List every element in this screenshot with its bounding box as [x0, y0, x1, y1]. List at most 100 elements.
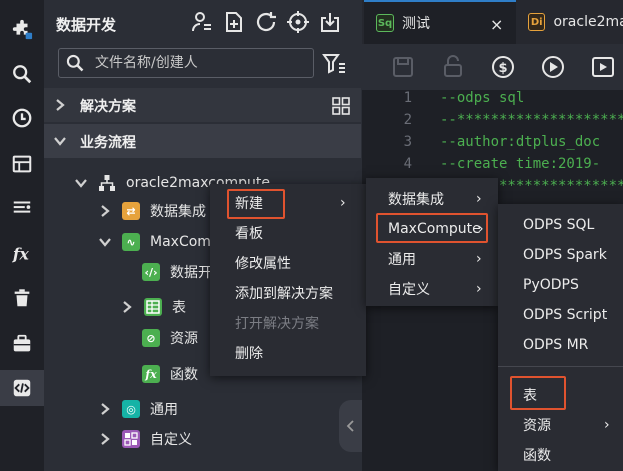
di-file-icon: Di: [528, 13, 546, 31]
search-icon: [66, 54, 84, 72]
menu-item-add-to-solution[interactable]: 添加到解决方案: [210, 278, 366, 308]
tab-label: oracle2max: [553, 14, 623, 30]
menu-item-label: ODPS Spark: [523, 247, 607, 263]
import-icon[interactable]: [318, 10, 342, 34]
tree-node-label: 表: [172, 300, 186, 316]
menu-item-label: PyODPS: [523, 277, 579, 293]
search-icon[interactable]: [0, 56, 44, 92]
menu-item-label: 打开解决方案: [235, 316, 319, 332]
puzzle-icon[interactable]: [0, 12, 44, 48]
trash-icon[interactable]: [0, 280, 44, 316]
submenu-item-pyodps[interactable]: PyODPS: [498, 270, 623, 300]
tab-test[interactable]: Sq 测试 ×: [364, 0, 516, 44]
lock-icon[interactable]: [440, 54, 466, 80]
menu-item-label: 自定义: [388, 282, 430, 298]
cost-estimate-icon[interactable]: $: [490, 54, 516, 80]
code-text: --********************: [440, 112, 623, 128]
menu-item-new[interactable]: 新建 ›: [210, 188, 366, 218]
search-input[interactable]: [95, 52, 305, 74]
submenu-item-data-integration[interactable]: 数据集成 ›: [366, 184, 498, 214]
briefcase-icon[interactable]: [0, 326, 44, 362]
code-text: --author:dtplus_doc: [440, 134, 601, 150]
list-icon[interactable]: [0, 190, 44, 226]
section-solutions[interactable]: 解决方案: [44, 88, 361, 122]
submenu-item-odps-sql[interactable]: ODPS SQL: [498, 210, 623, 240]
new-submenu: 数据集成 › MaxCompute › 通用 › 自定义 ›: [366, 178, 498, 306]
function-icon[interactable]: fx: [0, 236, 44, 272]
save-icon[interactable]: [390, 54, 416, 80]
tab-bar: Sq 测试 × Di oracle2max: [362, 0, 623, 44]
submenu-item-odps-script[interactable]: ODPS Script: [498, 300, 623, 330]
maxcompute-icon: ∿: [122, 233, 140, 251]
user-filter-icon[interactable]: [190, 10, 214, 34]
menu-item-delete[interactable]: 删除: [210, 338, 366, 368]
chevron-right-icon: [101, 403, 110, 415]
editor-toolbar: $: [362, 44, 623, 90]
line-number: 2: [403, 112, 412, 128]
paperclip-icon: ⊘: [142, 329, 160, 347]
table-icon[interactable]: [0, 146, 44, 182]
submenu-item-maxcompute[interactable]: MaxCompute ›: [366, 214, 498, 244]
menu-item-edit-properties[interactable]: 修改属性: [210, 248, 366, 278]
menu-item-label: 通用: [388, 252, 416, 268]
menu-divider: [498, 366, 623, 367]
panel-title: 数据开发: [56, 16, 117, 34]
context-menu: 新建 › 看板 修改属性 添加到解决方案 打开解决方案 删除: [210, 184, 366, 376]
chevron-right-icon: [56, 99, 65, 111]
chevron-right-icon: [101, 433, 110, 445]
tree-node-data-integration[interactable]: ⇄ 数据集成: [98, 198, 206, 224]
code-line: 4 --create time:2019-: [362, 156, 623, 178]
submenu-item-table[interactable]: 表: [498, 380, 623, 410]
run-with-params-icon[interactable]: [590, 54, 616, 80]
collapse-panel-button[interactable]: [339, 400, 363, 452]
tab-label: 测试: [402, 16, 430, 32]
tree-node-label: 函数: [170, 367, 198, 383]
submenu-item-odps-mr[interactable]: ODPS MR: [498, 330, 623, 360]
menu-item-label: 数据集成: [388, 192, 444, 208]
menu-item-label: 资源: [523, 418, 551, 434]
table-icon: [144, 298, 162, 316]
code-line: 3 --author:dtplus_doc: [362, 134, 623, 156]
chevron-down-icon: [75, 179, 87, 188]
general-icon: ◎: [122, 400, 140, 418]
section-business-flow[interactable]: 业务流程: [44, 124, 361, 158]
sql-file-icon: Sq: [376, 14, 394, 32]
refresh-icon[interactable]: [254, 10, 278, 34]
code-icon[interactable]: [0, 370, 44, 406]
tree-node-label: 自定义: [150, 432, 192, 448]
clock-icon[interactable]: [0, 100, 44, 136]
tree-node-function[interactable]: fx 函数: [142, 361, 198, 387]
menu-item-label: 看板: [235, 226, 263, 242]
submenu-item-function[interactable]: 函数: [498, 440, 623, 470]
tab-oracle2max[interactable]: Di oracle2max: [516, 0, 623, 44]
tree-node-resource[interactable]: ⊘ 资源: [142, 325, 198, 351]
submenu-item-general[interactable]: 通用 ›: [366, 244, 498, 274]
code-line: 2 --********************: [362, 112, 623, 134]
grid-icon[interactable]: [332, 97, 350, 115]
submenu-item-resource[interactable]: 资源 ›: [498, 410, 623, 440]
tree-node-general[interactable]: ◎ 通用: [98, 396, 178, 422]
function-icon: fx: [142, 365, 160, 383]
menu-item-label: 修改属性: [235, 256, 291, 272]
menu-item-label: 表: [523, 388, 537, 404]
new-file-icon[interactable]: [222, 10, 246, 34]
submenu-item-odps-spark[interactable]: ODPS Spark: [498, 240, 623, 270]
tree-node-custom[interactable]: 自定义: [98, 426, 192, 452]
integration-icon: ⇄: [122, 202, 140, 220]
filter-icon[interactable]: [322, 52, 346, 74]
menu-item-dashboard[interactable]: 看板: [210, 218, 366, 248]
locate-icon[interactable]: [286, 10, 310, 34]
menu-item-label: 函数: [523, 448, 551, 464]
run-icon[interactable]: [540, 54, 566, 80]
menu-item-label: 添加到解决方案: [235, 286, 333, 302]
menu-item-label: MaxCompute: [388, 221, 481, 237]
menu-item-label: 删除: [235, 346, 263, 362]
tree-node-table[interactable]: 表: [120, 294, 186, 320]
code-line: 1 --odps sql: [362, 90, 623, 112]
code-text: --odps sql: [440, 90, 525, 106]
tree-node-label: 资源: [170, 331, 198, 347]
chevron-right-icon: ›: [476, 251, 482, 267]
submenu-item-custom[interactable]: 自定义 ›: [366, 274, 498, 304]
chevron-right-icon: ›: [478, 221, 484, 237]
close-icon[interactable]: ×: [490, 15, 503, 34]
